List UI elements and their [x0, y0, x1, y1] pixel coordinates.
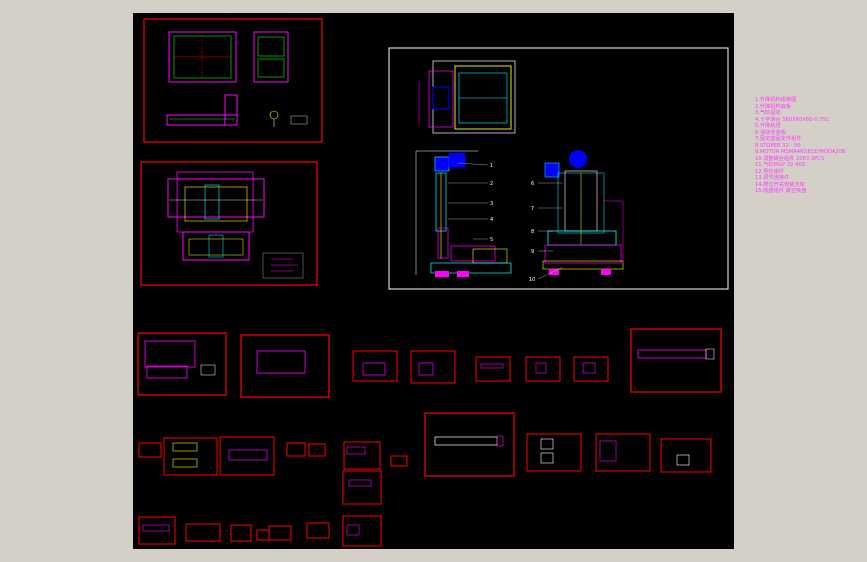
sheet-detail-row2[interactable]: [138, 412, 712, 505]
callout-8: 8: [531, 229, 534, 235]
parts-list: 1.升降机构组装图 2.升降机构底板 3.气缸固定 4.十字滑台 S60X60X…: [755, 97, 855, 195]
callout-3: 3: [490, 201, 493, 207]
sheet-main-assembly[interactable]: [388, 47, 729, 290]
callout-7: 7: [531, 206, 534, 212]
callout-9: 9: [531, 249, 534, 255]
callout-4: 4: [490, 217, 493, 223]
parts-list-item: 9.MOTOR MSMA4KGB1E/MODA20B: [755, 149, 846, 155]
callout-5: 5: [490, 237, 493, 243]
sheet-detail-row1[interactable]: [137, 328, 722, 398]
cad-drawing-canvas[interactable]: 1 2 3 4 5 6 7 8 9 10 1.升降机构组装图 2.升降机构底板 …: [133, 13, 846, 549]
callout-10: 10: [529, 277, 535, 283]
callout-2: 2: [490, 181, 493, 187]
parts-list-item: 15.吸盘组件 真空吸盘: [755, 188, 807, 194]
sheet-base-assembly[interactable]: [140, 161, 318, 286]
callout-6: 6: [531, 181, 534, 187]
callout-numbers: 1 2 3 4 5 6 7 8 9 10: [490, 163, 535, 283]
sheet-detail-row3[interactable]: [138, 515, 382, 547]
sheet-top-plate[interactable]: [143, 18, 323, 143]
cad-drawing: 1 2 3 4 5 6 7 8 9 10: [137, 18, 729, 547]
callout-1: 1: [490, 163, 493, 169]
